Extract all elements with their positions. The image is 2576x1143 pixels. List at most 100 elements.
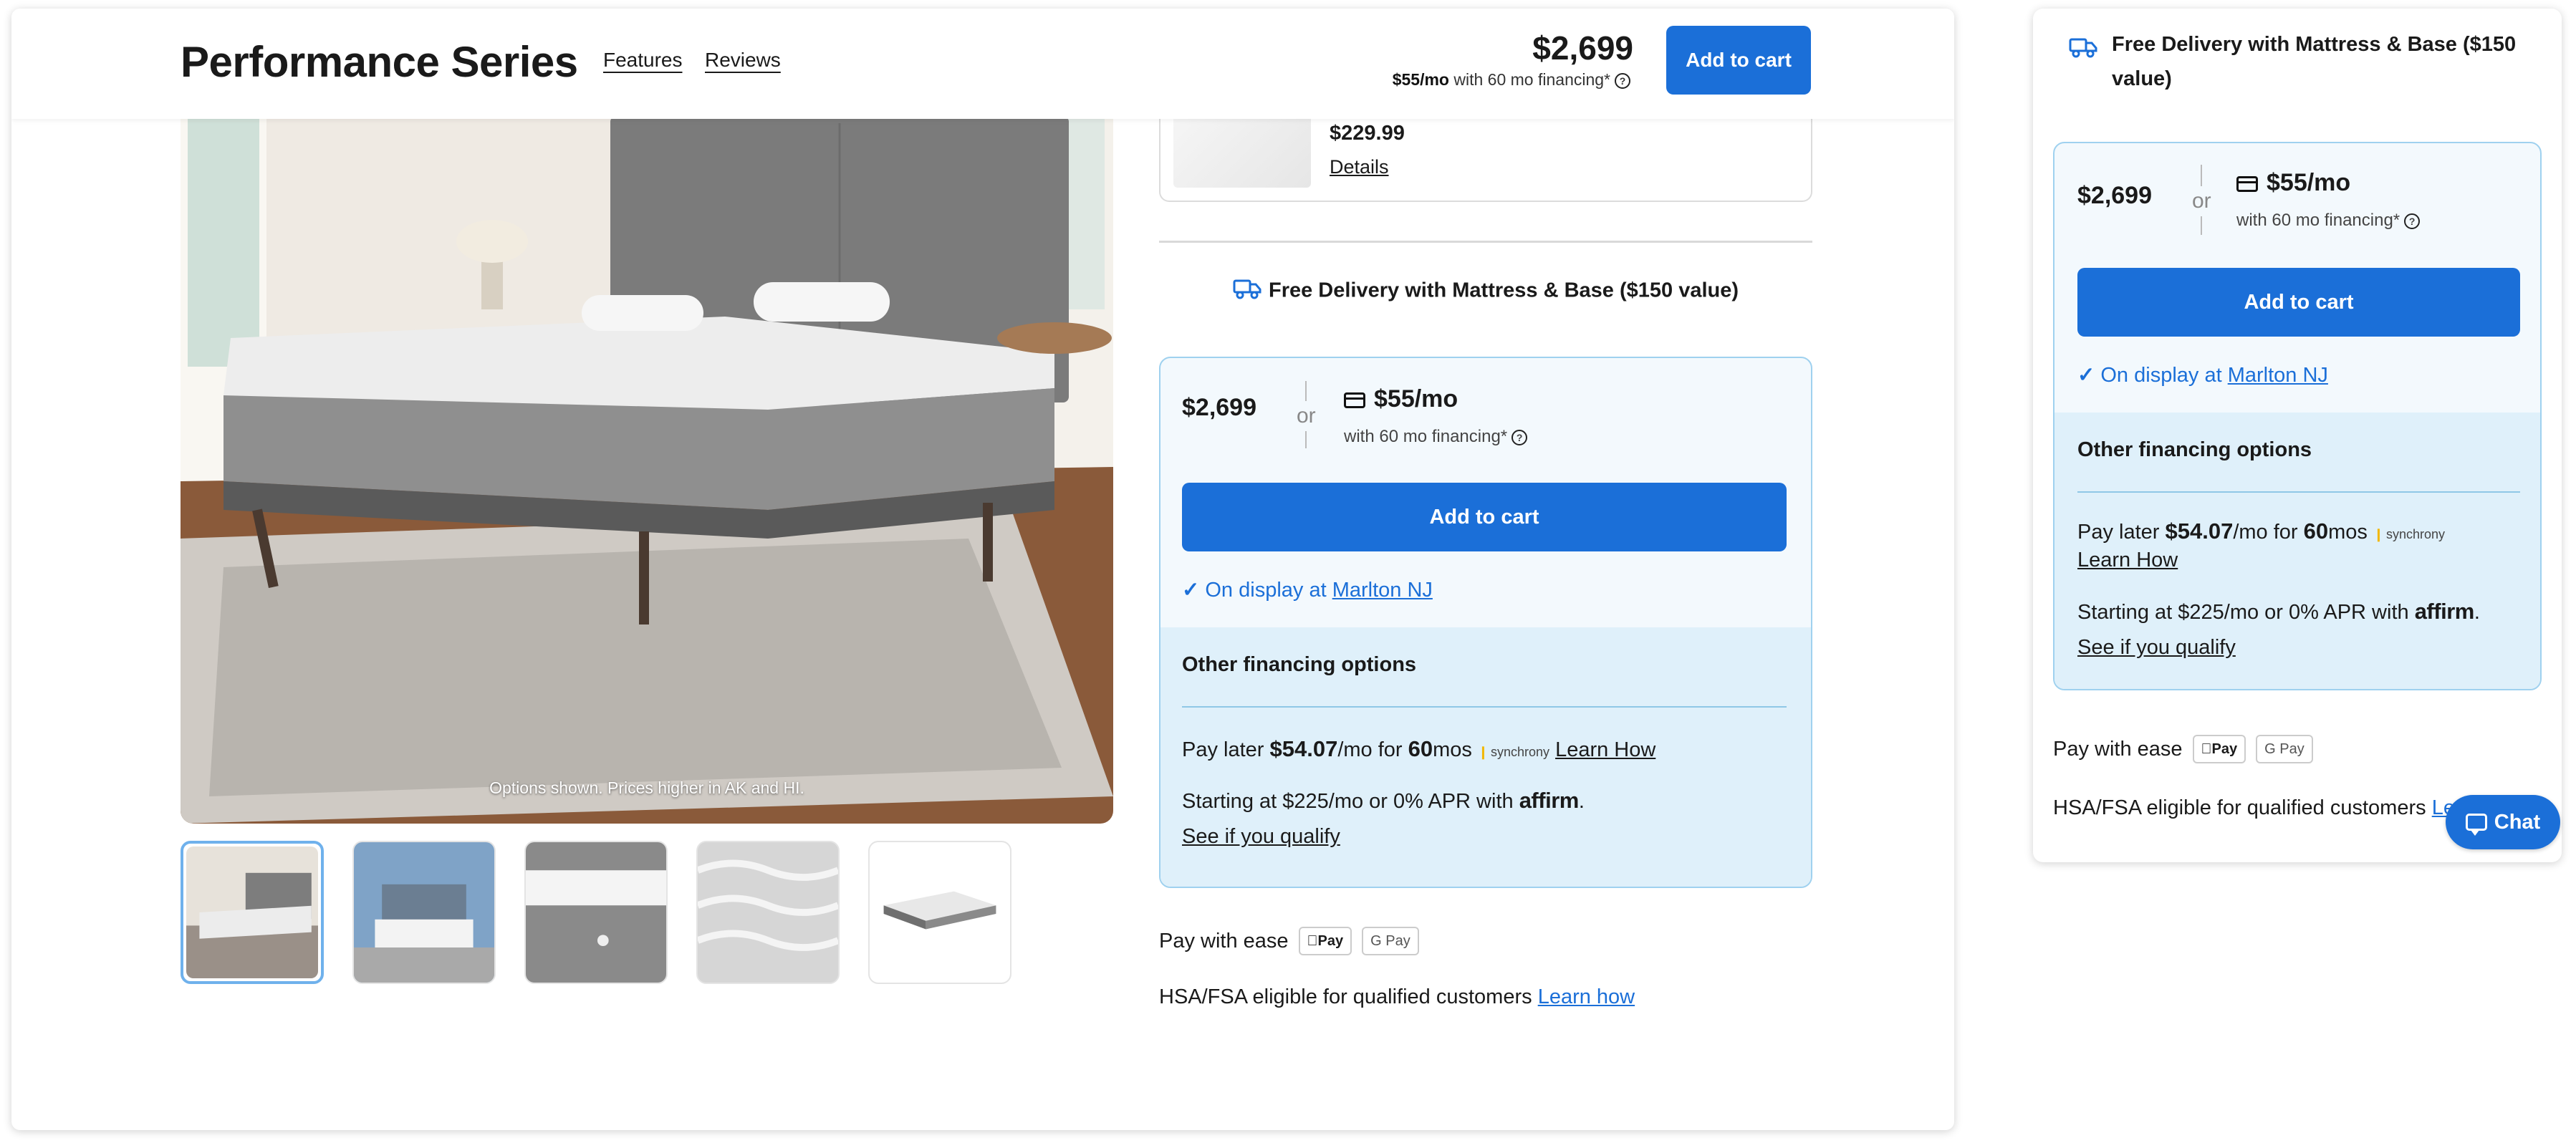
synchrony-logo: synchrony bbox=[1478, 745, 1549, 759]
apple-pay-badge: Pay bbox=[1298, 927, 1352, 955]
google-pay-badge: G Pay bbox=[2256, 735, 2313, 763]
side-purchase-card: $2,699 or $55/mo with 60 mo financing*? … bbox=[2053, 142, 2542, 690]
side-learn-how-link[interactable]: Learn How bbox=[2077, 549, 2178, 572]
side-on-display-prefix: On display at bbox=[2100, 364, 2228, 387]
help-icon[interactable]: ? bbox=[2404, 213, 2421, 229]
thumbnail-3[interactable] bbox=[524, 841, 668, 984]
side-on-display-line: ✓ On display at Marlton NJ bbox=[2077, 362, 2328, 387]
side-store-location-link[interactable]: Marlton NJ bbox=[2228, 364, 2328, 387]
side-pay-later-line: Pay later $54.07/mo for 60mos synchrony bbox=[2077, 519, 2451, 544]
free-delivery-text: Free Delivery with Mattress & Base ($150… bbox=[1268, 279, 1739, 302]
side-other-financing-title: Other financing options bbox=[2077, 438, 2312, 461]
side-hsa-text: HSA/FSA eligible for qualified customers bbox=[2053, 796, 2432, 819]
header-financing-amount: $55/mo bbox=[1392, 70, 1449, 89]
product-card: Options shown. Prices higher in AK and H… bbox=[11, 9, 1954, 1130]
thumbnail-4[interactable] bbox=[696, 841, 840, 984]
side-other-financing-divider bbox=[2077, 491, 2520, 493]
synchrony-logo: synchrony bbox=[2373, 527, 2445, 541]
side-financing-text: with 60 mo financing* bbox=[2236, 211, 2400, 230]
affirm-line: Starting at $225/mo or 0% APR with affir… bbox=[1182, 788, 1585, 814]
help-icon[interactable]: ? bbox=[1512, 429, 1528, 445]
purchase-card: $2,699 or $55/mo with 60 mo financing*? … bbox=[1159, 357, 1812, 888]
nav-reviews-link[interactable]: Reviews bbox=[705, 49, 781, 72]
add-to-cart-button[interactable]: Add to cart bbox=[1182, 483, 1787, 551]
credit-card-icon bbox=[2236, 176, 2258, 193]
side-affirm-line: Starting at $225/mo or 0% APR with affir… bbox=[2077, 599, 2480, 624]
affirm-logo: affirm bbox=[2414, 599, 2475, 624]
monthly-financing-note: with 60 mo financing*? bbox=[1344, 427, 1528, 447]
side-free-delivery: Free Delivery with Mattress & Base ($150… bbox=[2069, 27, 2556, 96]
side-see-if-you-qualify-link[interactable]: See if you qualify bbox=[2077, 636, 2236, 660]
header-price: $2,699 bbox=[1532, 29, 1633, 67]
side-or-label: or bbox=[2192, 186, 2211, 216]
side-free-delivery-text: Free Delivery with Mattress & Base ($150… bbox=[2112, 33, 2517, 90]
product-hero-image[interactable]: Options shown. Prices higher in AK and H… bbox=[181, 80, 1113, 824]
side-hsa-eligibility: HSA/FSA eligible for qualified customers… bbox=[2053, 796, 2454, 820]
addon-details-link[interactable]: Details bbox=[1330, 156, 1389, 178]
thumbnail-5[interactable] bbox=[868, 841, 1011, 984]
store-location-link[interactable]: Marlton NJ bbox=[1332, 579, 1433, 602]
help-icon[interactable]: ? bbox=[1615, 72, 1630, 89]
bedroom-photo bbox=[181, 80, 1113, 824]
side-pay-later-mid: /mo for bbox=[2233, 521, 2304, 544]
truck-icon bbox=[1233, 278, 1261, 305]
side-monthly-financing-note: with 60 mo financing*? bbox=[2236, 211, 2421, 231]
checkmark-icon: ✓ bbox=[2077, 364, 2095, 387]
header-add-to-cart-button[interactable]: Add to cart bbox=[1666, 26, 1811, 95]
side-add-to-cart-button[interactable]: Add to cart bbox=[2077, 268, 2520, 337]
nav-features-link[interactable]: Features bbox=[603, 49, 683, 72]
affirm-text: Starting at $225/mo or 0% APR with bbox=[1182, 790, 1519, 813]
thumbnail-1[interactable] bbox=[181, 841, 324, 984]
side-purchase-price: $2,699 bbox=[2077, 182, 2152, 209]
pay-later-mid: /mo for bbox=[1337, 738, 1408, 761]
hsa-eligibility: HSA/FSA eligible for qualified customers… bbox=[1159, 985, 1635, 1009]
sticky-header: Performance Series Features Reviews $2,6… bbox=[11, 9, 1954, 119]
header-financing-text: with 60 mo financing* bbox=[1448, 70, 1610, 89]
side-pay-later-amount: $54.07 bbox=[2165, 519, 2234, 544]
side-pay-later-suffix: mos bbox=[2328, 521, 2368, 544]
checkmark-icon: ✓ bbox=[1182, 579, 1200, 602]
apple-icon:  bbox=[1307, 933, 1318, 950]
header-financing: $55/mo with 60 mo financing*? bbox=[1393, 70, 1630, 90]
thumbnail-2[interactable] bbox=[352, 841, 496, 984]
side-pay-with-label: Pay with ease bbox=[2053, 737, 2183, 761]
pay-later-prefix: Pay later bbox=[1182, 738, 1270, 761]
side-other-financing-section: Other financing options Pay later $54.07… bbox=[2054, 413, 2540, 689]
on-display-line: ✓ On display at Marlton NJ bbox=[1182, 577, 1433, 602]
apple-pay-text: Pay bbox=[1307, 932, 1344, 949]
truck-icon bbox=[2069, 34, 2097, 69]
on-display-prefix: On display at bbox=[1205, 579, 1332, 602]
financing-text: with 60 mo financing* bbox=[1344, 427, 1508, 446]
pay-later-suffix: mos bbox=[1433, 738, 1472, 761]
affirm-logo: affirm bbox=[1519, 788, 1580, 813]
apple-icon:  bbox=[2201, 741, 2212, 758]
side-monthly-amount: $55/mo bbox=[2267, 169, 2351, 196]
divider bbox=[1159, 241, 1812, 243]
side-pay-with-ease: Pay with ease Pay G Pay bbox=[2053, 735, 2313, 763]
pay-later-line: Pay later $54.07/mo for 60mos synchrony Le… bbox=[1182, 736, 1655, 762]
side-pay-later-prefix: Pay later bbox=[2077, 521, 2166, 544]
free-delivery-banner: Free Delivery with Mattress & Base ($150… bbox=[1159, 278, 1812, 305]
google-pay-badge: G Pay bbox=[1362, 927, 1419, 955]
chat-bubble-icon bbox=[2465, 814, 2487, 836]
side-pay-later-months: 60 bbox=[2303, 519, 2329, 544]
other-financing-title: Other financing options bbox=[1182, 653, 1417, 676]
side-monthly-price: $55/mo bbox=[2236, 169, 2350, 197]
pay-with-label: Pay with ease bbox=[1159, 929, 1289, 952]
learn-how-link[interactable]: Learn How bbox=[1555, 738, 1655, 761]
apple-pay-badge: Pay bbox=[2192, 735, 2246, 763]
hsa-learn-how-link[interactable]: Learn how bbox=[1538, 985, 1635, 1008]
side-affirm-period: . bbox=[2474, 601, 2480, 624]
chat-button[interactable]: Chat bbox=[2446, 795, 2560, 849]
see-if-you-qualify-link[interactable]: See if you qualify bbox=[1182, 825, 1340, 849]
hsa-text: HSA/FSA eligible for qualified customers bbox=[1159, 985, 1538, 1008]
credit-card-icon bbox=[1344, 392, 1365, 409]
pay-later-amount: $54.07 bbox=[1269, 736, 1338, 761]
other-financing-section: Other financing options Pay later $54.07… bbox=[1160, 627, 1811, 887]
thumbnail-strip bbox=[181, 841, 1011, 984]
or-label: or bbox=[1297, 401, 1316, 431]
pay-later-months: 60 bbox=[1408, 736, 1433, 761]
product-title: Performance Series bbox=[181, 38, 578, 86]
addon-price: $229.99 bbox=[1330, 122, 1405, 145]
chat-label: Chat bbox=[2494, 810, 2541, 834]
